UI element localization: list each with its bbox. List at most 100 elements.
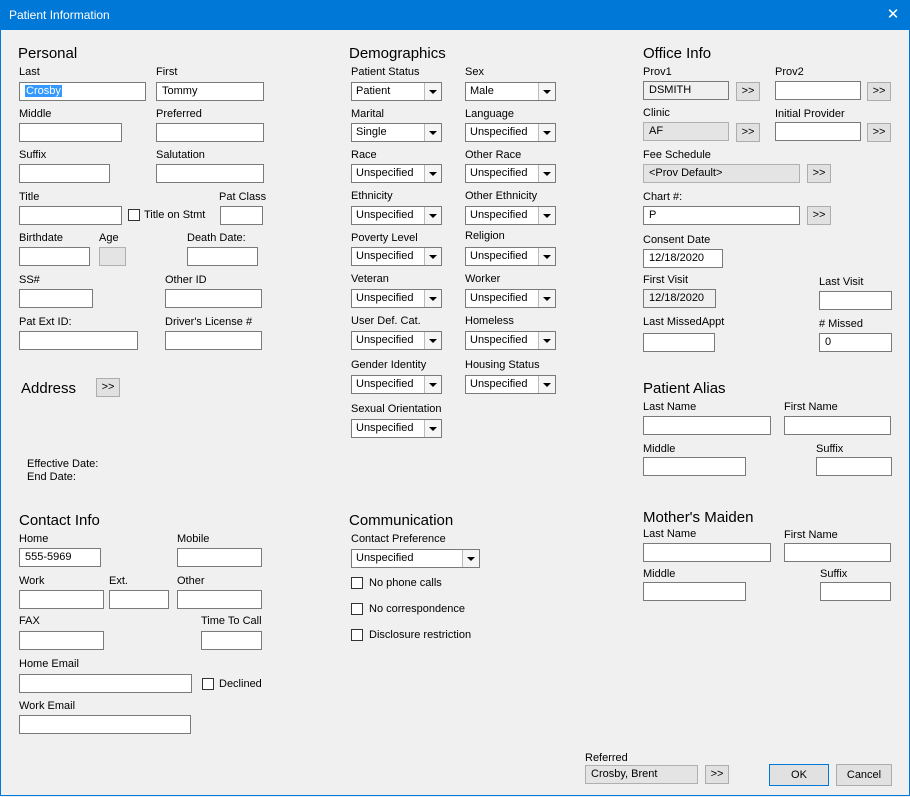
- personal-heading: Personal: [18, 45, 78, 62]
- religion-value: Unspecified: [470, 250, 528, 262]
- declined-checkbox[interactable]: [202, 678, 214, 690]
- first-visit-label: First Visit: [643, 274, 689, 286]
- age-label: Age: [99, 232, 119, 244]
- patient-status-dropdown[interactable]: Patient: [351, 82, 442, 101]
- middle-name-input[interactable]: [19, 123, 122, 142]
- initial-provider-pick-button[interactable]: >>: [867, 123, 891, 142]
- last-name-input[interactable]: Crosby: [19, 82, 146, 101]
- no-phone-calls-checkbox[interactable]: [351, 577, 363, 589]
- communication-heading: Communication: [349, 512, 454, 529]
- fax-input[interactable]: [19, 631, 104, 650]
- sexual-orientation-dropdown[interactable]: Unspecified: [351, 419, 442, 438]
- alias-middle-label: Middle: [643, 443, 676, 455]
- work-email-input[interactable]: [19, 715, 191, 734]
- other-phone-label: Other: [177, 575, 205, 587]
- disclosure-restriction-checkbox[interactable]: [351, 629, 363, 641]
- age-field: [99, 247, 126, 266]
- home-phone-input[interactable]: 555-5969: [19, 548, 101, 567]
- ethnicity-label: Ethnicity: [351, 190, 393, 202]
- last-visit-field[interactable]: [819, 291, 892, 310]
- prov2-pick-button[interactable]: >>: [867, 82, 891, 101]
- race-dropdown[interactable]: Unspecified: [351, 164, 442, 183]
- pat-ext-id-input[interactable]: [19, 331, 138, 350]
- title-input[interactable]: [19, 206, 122, 225]
- other-ethnicity-dropdown[interactable]: Unspecified: [465, 206, 556, 225]
- veteran-dropdown[interactable]: Unspecified: [351, 289, 442, 308]
- user-def-cat-dropdown[interactable]: Unspecified: [351, 331, 442, 350]
- home-email-label: Home Email: [19, 658, 79, 670]
- marital-dropdown[interactable]: Single: [351, 123, 442, 142]
- chevron-down-icon: [424, 83, 441, 100]
- birthdate-input[interactable]: [19, 247, 90, 266]
- cancel-button[interactable]: Cancel: [836, 764, 892, 786]
- maiden-suffix-input[interactable]: [820, 582, 891, 601]
- death-date-input[interactable]: [187, 247, 258, 266]
- no-correspondence-checkbox[interactable]: [351, 603, 363, 615]
- gender-identity-dropdown[interactable]: Unspecified: [351, 375, 442, 394]
- first-name-input[interactable]: Tommy: [156, 82, 264, 101]
- missed-count-field[interactable]: 0: [819, 333, 892, 352]
- homeless-dropdown[interactable]: Unspecified: [465, 331, 556, 350]
- housing-status-label: Housing Status: [465, 359, 540, 371]
- prov2-field[interactable]: [775, 81, 861, 100]
- fee-schedule-pick-button[interactable]: >>: [807, 164, 831, 183]
- language-dropdown[interactable]: Unspecified: [465, 123, 556, 142]
- ext-input[interactable]: [109, 590, 169, 609]
- mobile-input[interactable]: [177, 548, 262, 567]
- preferred-name-input[interactable]: [156, 123, 264, 142]
- maiden-middle-input[interactable]: [643, 582, 746, 601]
- chevron-down-icon: [538, 124, 555, 141]
- other-id-label: Other ID: [165, 274, 207, 286]
- initial-provider-field[interactable]: [775, 122, 861, 141]
- chevron-down-icon: [538, 165, 555, 182]
- ok-button[interactable]: OK: [769, 764, 829, 786]
- other-ethnicity-label: Other Ethnicity: [465, 190, 538, 202]
- work-phone-label: Work: [19, 575, 45, 587]
- ethnicity-dropdown[interactable]: Unspecified: [351, 206, 442, 225]
- prov1-pick-button[interactable]: >>: [736, 82, 760, 101]
- maiden-last-name-input[interactable]: [643, 543, 771, 562]
- housing-status-dropdown[interactable]: Unspecified: [465, 375, 556, 394]
- maiden-first-name-input[interactable]: [784, 543, 891, 562]
- chevron-down-icon: [424, 124, 441, 141]
- pat-class-input[interactable]: [220, 206, 263, 225]
- window-title: Patient Information: [9, 8, 110, 22]
- ssn-input[interactable]: [19, 289, 93, 308]
- alias-middle-input[interactable]: [643, 457, 746, 476]
- clinic-pick-button[interactable]: >>: [736, 123, 760, 142]
- patient-status-value: Patient: [356, 85, 391, 97]
- suffix-input[interactable]: [19, 164, 110, 183]
- chart-number-pick-button[interactable]: >>: [807, 206, 831, 225]
- home-email-input[interactable]: [19, 674, 192, 693]
- other-phone-input[interactable]: [177, 590, 262, 609]
- contact-preference-dropdown[interactable]: Unspecified: [351, 549, 480, 568]
- title-on-stmt-checkbox[interactable]: [128, 209, 140, 221]
- title-bar: Patient Information ✕: [0, 0, 910, 30]
- time-to-call-input[interactable]: [201, 631, 262, 650]
- salutation-input[interactable]: [156, 164, 264, 183]
- religion-dropdown[interactable]: Unspecified: [465, 247, 556, 266]
- drivers-license-input[interactable]: [165, 331, 262, 350]
- work-phone-input[interactable]: [19, 590, 104, 609]
- alias-first-name-input[interactable]: [784, 416, 891, 435]
- sex-dropdown[interactable]: Male: [465, 82, 556, 101]
- worker-dropdown[interactable]: Unspecified: [465, 289, 556, 308]
- referred-pick-button[interactable]: >>: [705, 765, 729, 784]
- user-def-cat-value: Unspecified: [356, 334, 414, 346]
- close-icon[interactable]: ✕: [876, 0, 910, 30]
- demographics-heading: Demographics: [349, 45, 446, 62]
- other-race-dropdown[interactable]: Unspecified: [465, 164, 556, 183]
- alias-last-name-input[interactable]: [643, 416, 771, 435]
- consent-date-input[interactable]: 12/18/2020: [643, 249, 723, 268]
- alias-first-name-label: First Name: [784, 401, 838, 413]
- poverty-level-dropdown[interactable]: Unspecified: [351, 247, 442, 266]
- chevron-down-icon: [424, 207, 441, 224]
- marital-label: Marital: [351, 108, 385, 120]
- last-missed-appt-field[interactable]: [643, 333, 715, 352]
- chevron-down-icon: [424, 165, 441, 182]
- other-id-input[interactable]: [165, 289, 262, 308]
- alias-suffix-input[interactable]: [816, 457, 892, 476]
- chart-number-input[interactable]: P: [643, 206, 800, 225]
- address-expand-button[interactable]: >>: [96, 378, 120, 397]
- address-heading: Address: [21, 380, 77, 397]
